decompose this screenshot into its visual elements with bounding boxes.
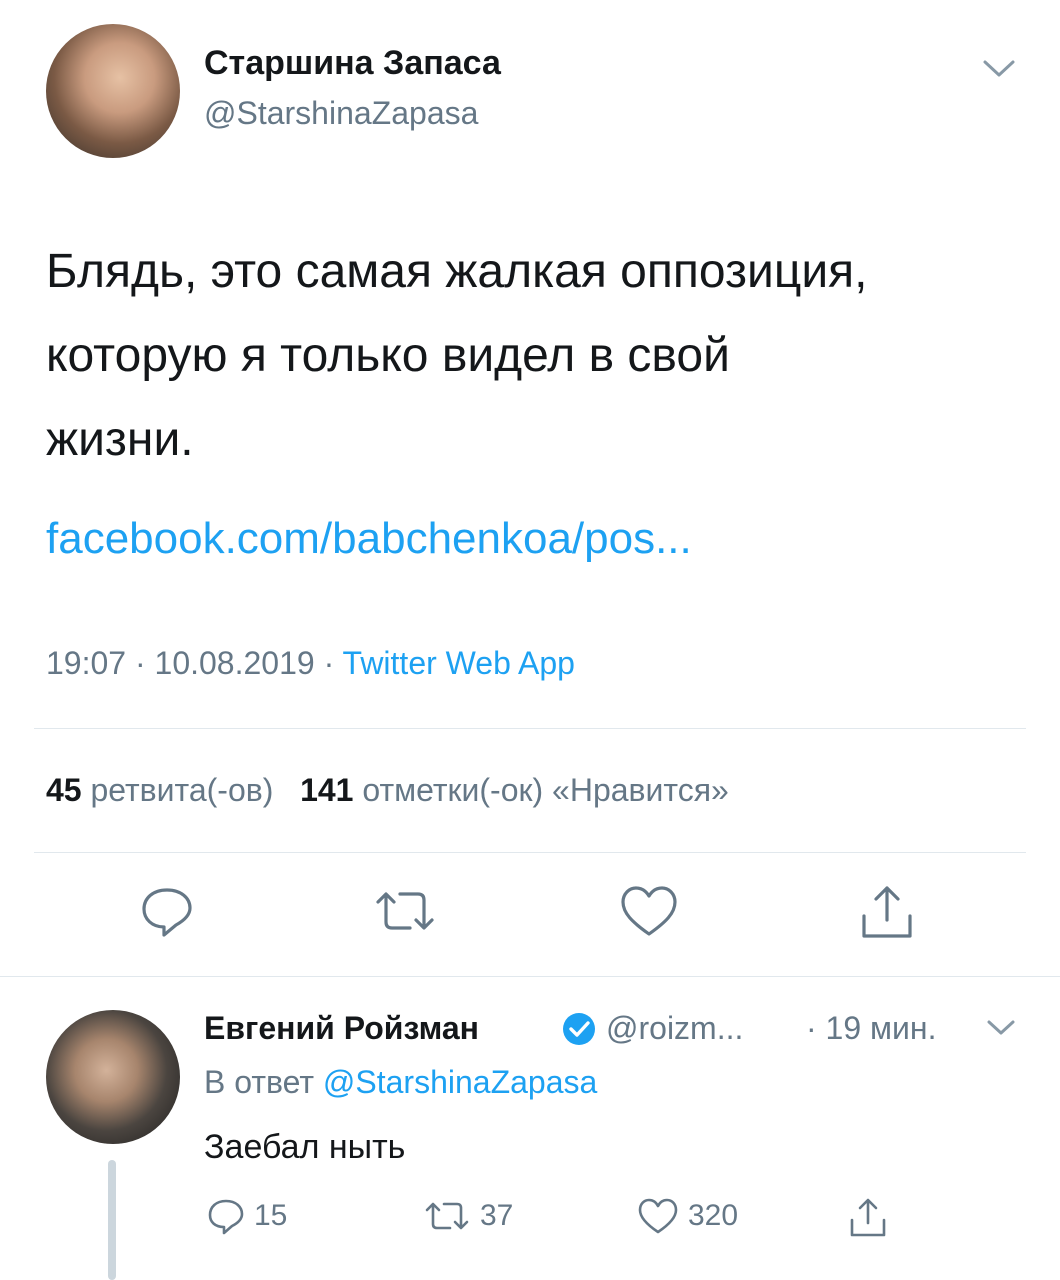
reply-mention[interactable]: @StarshinaZapasa <box>323 1064 597 1100</box>
tweet-text-line: жизни. <box>46 413 194 466</box>
retweet-button[interactable] <box>370 882 440 945</box>
author-avatar[interactable] <box>46 24 180 158</box>
author-name[interactable]: Старшина Запаса <box>204 44 501 83</box>
reply-author-name[interactable]: Евгений Ройзман <box>204 1010 479 1047</box>
retweet-icon <box>376 892 434 930</box>
retweets-count[interactable]: 45 <box>46 772 82 808</box>
reply-like-button[interactable]: 320 <box>636 1196 738 1236</box>
reply-button[interactable] <box>138 882 196 945</box>
thread-line <box>108 1160 116 1280</box>
tweet-date: 10.08.2019 <box>154 645 315 681</box>
reply-share-button[interactable] <box>846 1196 890 1240</box>
tweet-source[interactable]: Twitter Web App <box>343 645 575 681</box>
reply-replies-count: 15 <box>254 1199 288 1232</box>
like-icon <box>621 886 677 936</box>
share-icon <box>850 1198 886 1237</box>
tweet-text-line: Блядь, это самая жалкая оппозиция, <box>46 245 868 298</box>
retweet-icon <box>425 1202 469 1230</box>
divider <box>34 728 1026 729</box>
tweet-stats: 45 ретвита(-ов) 141 отметки(-ок) «Нравит… <box>46 772 729 809</box>
divider <box>0 976 1060 977</box>
like-icon <box>638 1198 678 1234</box>
tweet-link[interactable]: facebook.com/babchenkoa/pos... <box>46 514 692 564</box>
retweets-label[interactable]: ретвита(-ов) <box>90 772 273 808</box>
share-button[interactable] <box>856 882 918 947</box>
reply-author-handle[interactable]: @roizm... <box>606 1010 743 1047</box>
reply-retweet-button[interactable]: 37 <box>422 1196 513 1236</box>
chevron-down-icon[interactable] <box>982 58 1016 85</box>
author-handle[interactable]: @StarshinaZapasa <box>204 95 478 132</box>
reply-author-avatar[interactable] <box>46 1010 180 1144</box>
reply-icon <box>208 1199 244 1235</box>
reply-prefix: В ответ <box>204 1064 315 1100</box>
reply-icon <box>142 888 192 937</box>
tweet-text: Блядь, это самая жалкая оппозиция, котор… <box>46 230 1006 482</box>
reply-text: Заебал ныть <box>204 1128 406 1166</box>
reply-retweets-count: 37 <box>480 1199 514 1232</box>
meta-separator: · <box>323 645 343 681</box>
chevron-down-icon[interactable] <box>986 1018 1016 1043</box>
share-icon <box>862 886 912 938</box>
tweet-meta: 19:07 · 10.08.2019 · Twitter Web App <box>46 645 575 682</box>
tweet-text-line: которую я только видел в свой <box>46 329 730 382</box>
meta-separator: · <box>134 645 155 681</box>
reply-reply-button[interactable]: 15 <box>206 1196 287 1236</box>
reply-time[interactable]: · 19 мин. <box>806 1010 936 1047</box>
divider <box>34 852 1026 853</box>
tweet-time: 19:07 <box>46 645 127 681</box>
reply-likes-count: 320 <box>688 1199 739 1232</box>
like-button[interactable] <box>618 882 680 945</box>
verified-icon <box>562 1012 596 1051</box>
likes-label[interactable]: отметки(-ок) «Нравится» <box>362 772 728 808</box>
likes-count[interactable]: 141 <box>300 772 353 808</box>
reply-to-line: В ответ @StarshinaZapasa <box>204 1064 597 1101</box>
